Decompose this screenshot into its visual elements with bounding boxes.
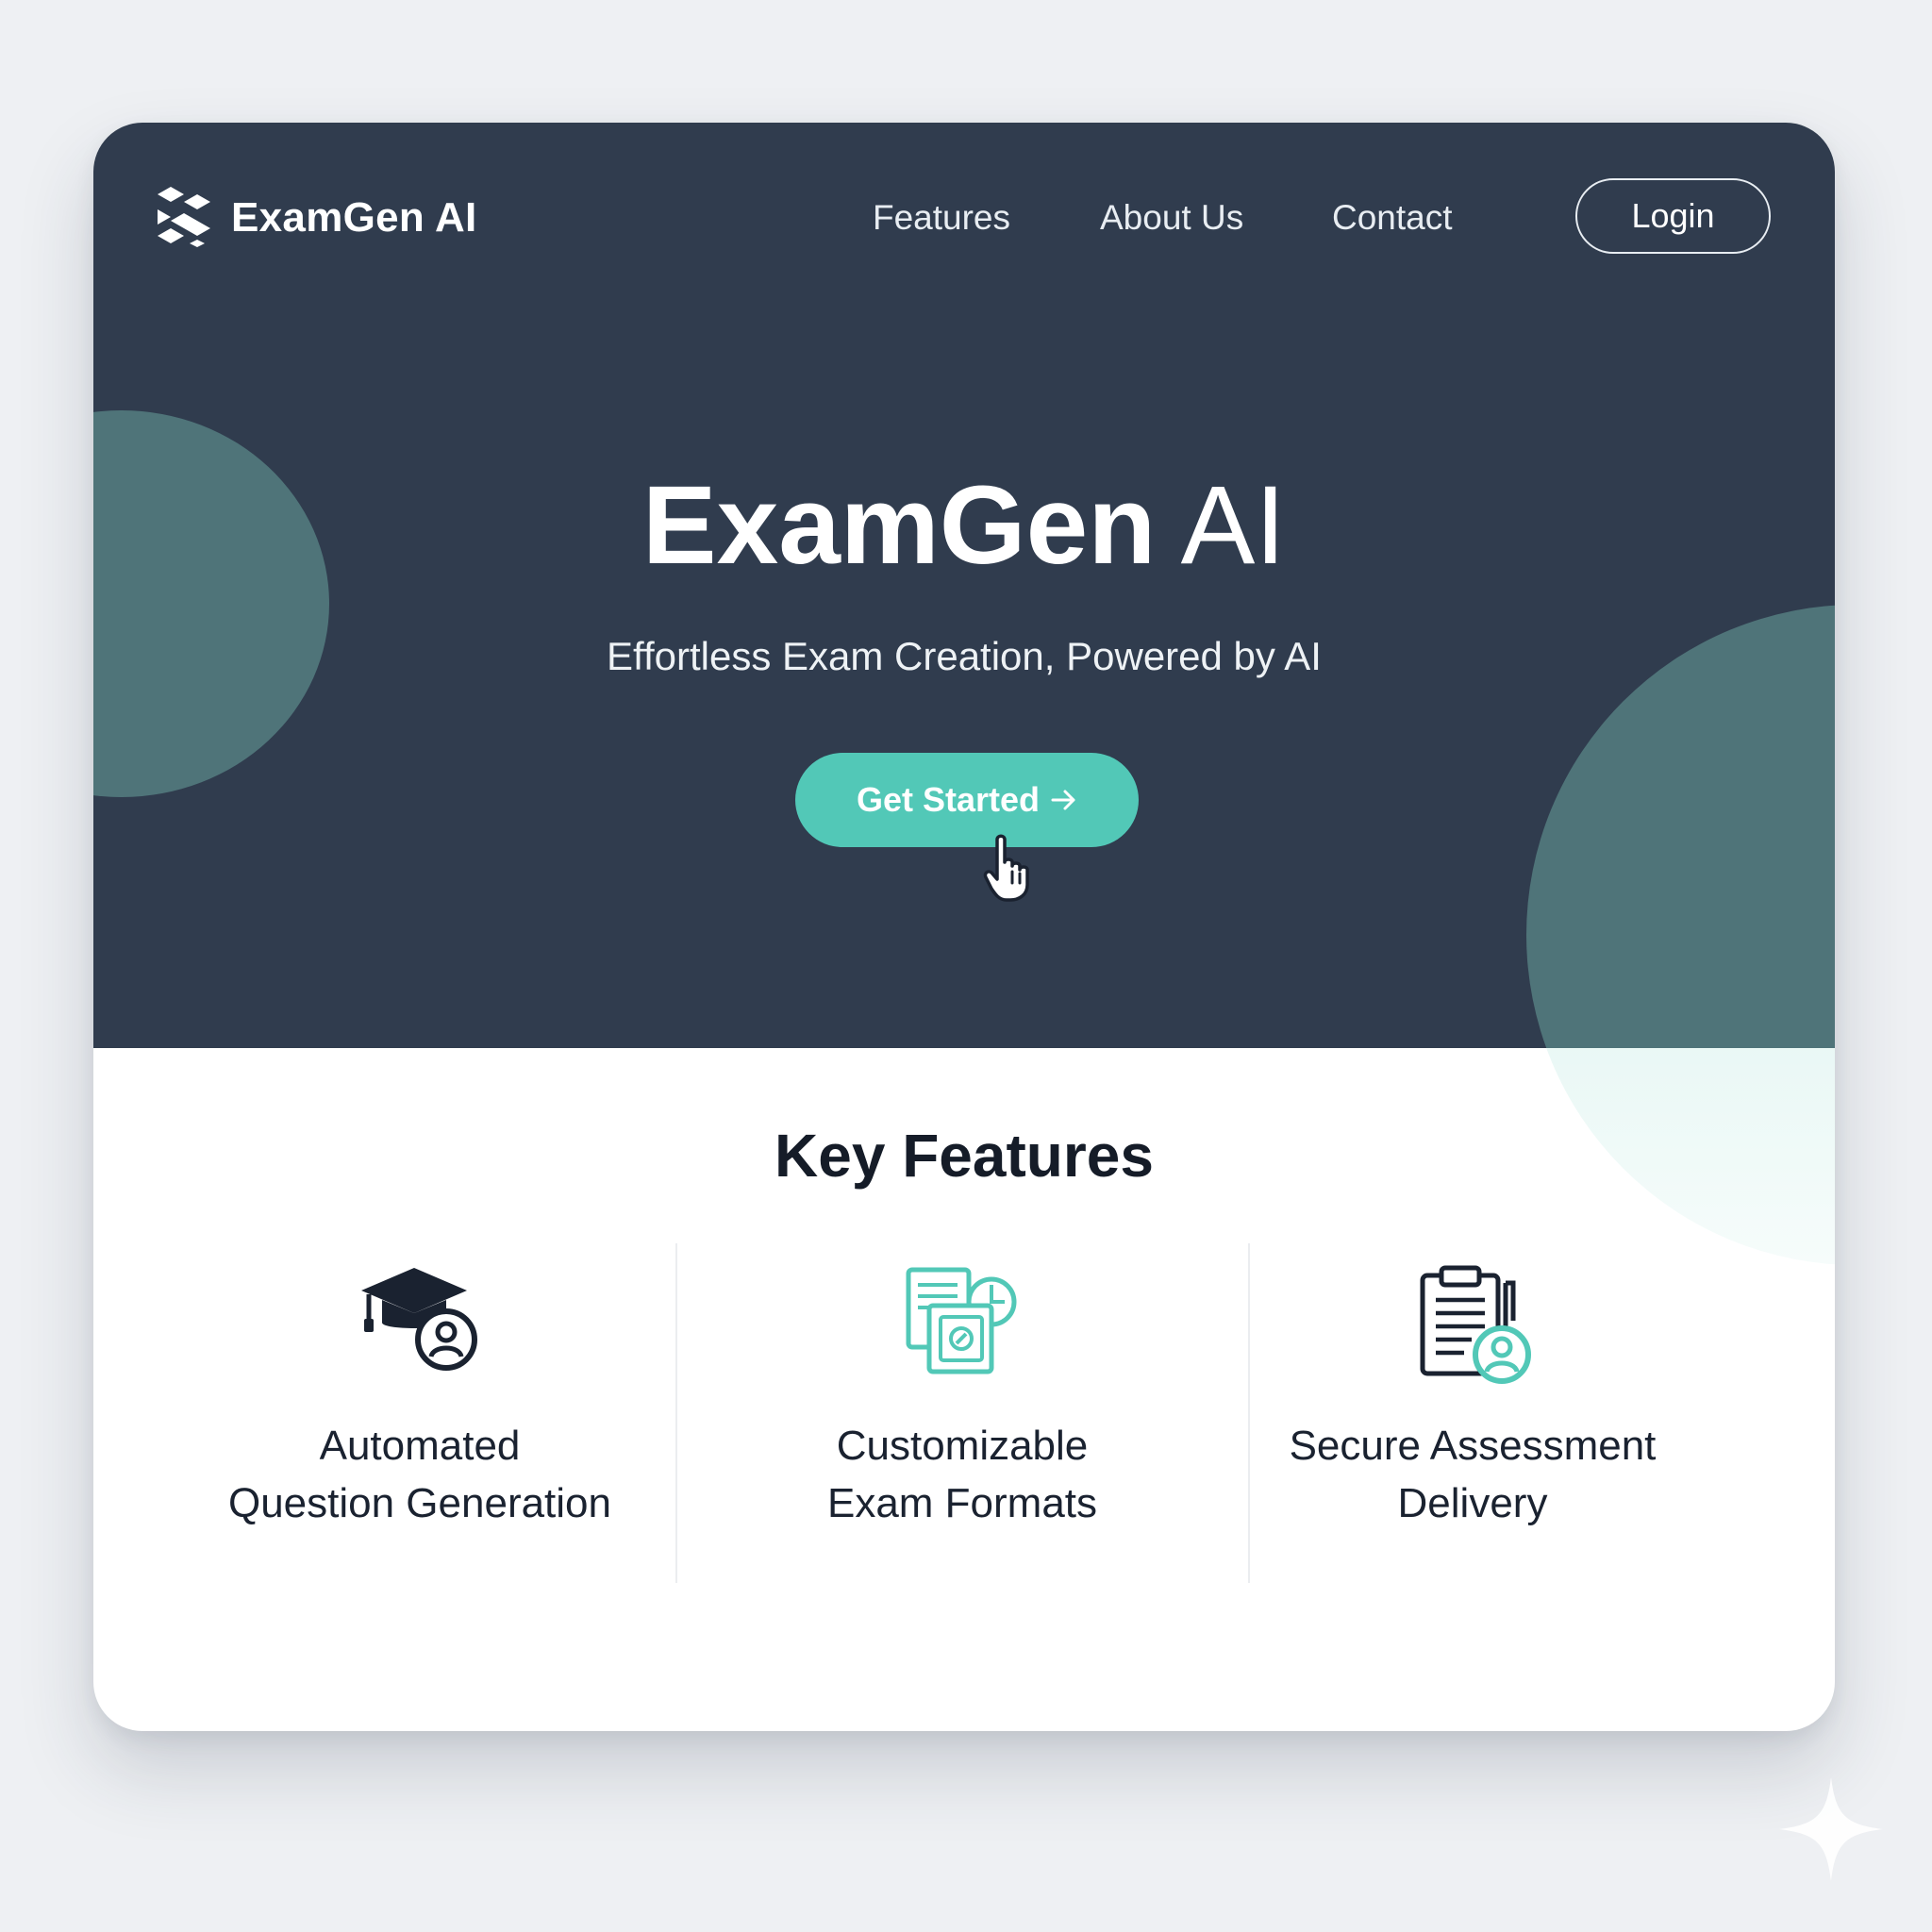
hero-subtitle: Effortless Exam Creation, Powered by AI	[607, 634, 1322, 678]
login-button[interactable]: Login	[1575, 178, 1771, 254]
get-started-button[interactable]: Get Started	[795, 753, 1139, 847]
hand-pointer-cursor-icon	[983, 834, 1029, 902]
feature-customizable-exam-formats: Customizable Exam Formats	[679, 1264, 1245, 1526]
decorative-circle-left	[93, 410, 329, 797]
hero-title-bold: ExamGen	[641, 463, 1157, 588]
hero-title: ExamGen AI	[93, 470, 1835, 581]
feature-label: Customizable Exam Formats	[826, 1423, 1098, 1526]
document-layers-icon	[906, 1267, 1017, 1374]
sparkle-icon	[1779, 1777, 1883, 1881]
arrow-right-icon	[1051, 790, 1075, 810]
clipboard-user-icon	[1420, 1265, 1531, 1384]
feature-label: Secure Assessment Delivery	[1289, 1423, 1657, 1526]
feature-secure-assessment-delivery: Secure Assessment Delivery	[1190, 1264, 1756, 1526]
graduation-cap-user-icon	[361, 1268, 477, 1371]
feature-label: Automated Question Generation	[227, 1423, 612, 1526]
brand-name: ExamGen AI	[231, 194, 477, 241]
nav-link-about-us[interactable]: About Us	[1100, 198, 1243, 238]
examgen-logo-icon	[158, 187, 210, 247]
brand-logo[interactable]: ExamGen AI	[156, 187, 477, 249]
hero-title-light: AI	[1180, 463, 1287, 588]
nav-link-contact[interactable]: Contact	[1332, 198, 1453, 238]
features-heading: Key Features	[774, 1122, 1154, 1190]
landing-page-card: ExamGen AI Features About Us Contact Log…	[93, 123, 1835, 1731]
feature-automated-question-generation: Automated Question Generation	[137, 1264, 703, 1526]
get-started-label: Get Started	[856, 780, 1041, 819]
nav-link-features[interactable]: Features	[873, 198, 1010, 238]
hero-section: ExamGen AI Features About Us Contact Log…	[93, 123, 1835, 1048]
